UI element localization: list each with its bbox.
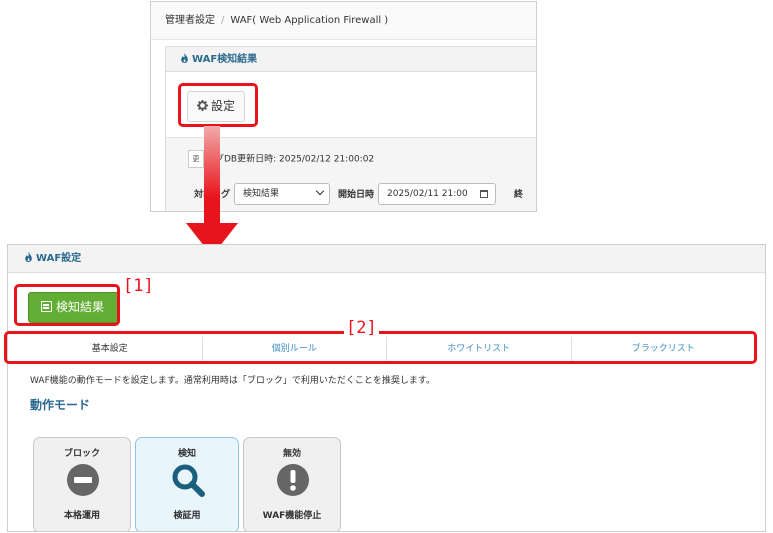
mode-subtitle-block: 本格運用 (63, 511, 100, 521)
fire-icon (181, 53, 188, 63)
start-date-label: 開始日時 (338, 190, 375, 200)
calendar-icon (480, 190, 489, 198)
mode-title-disabled: 無効 (282, 449, 301, 459)
panel-header: WAF設定 (8, 245, 765, 273)
down-arrow-icon (186, 126, 238, 256)
callout-2: [2] (344, 318, 379, 338)
exclamation-circle-icon (277, 464, 309, 496)
start-date-value: 2025/02/11 21:00 (387, 189, 468, 199)
panel-title: WAF検知結果 (192, 54, 258, 65)
start-date-input[interactable]: 2025/02/11 21:00 (378, 183, 497, 205)
target-log-select[interactable]: 検知結果 (234, 183, 331, 205)
minus-circle-icon (67, 464, 99, 496)
mode-description: WAF機能の動作モードを設定します。通常利用時は「ブロック」で利用いただくことを… (30, 376, 435, 386)
mode-title-block: ブロック (63, 449, 100, 459)
magnifier-icon (172, 464, 205, 497)
chevron-down-icon (315, 186, 325, 196)
mode-subtitle-disabled: WAF機能停止 (262, 511, 322, 521)
mode-card-disabled[interactable]: 無効 WAF機能停止 (243, 437, 341, 531)
panel-header: WAF検知結果 (166, 47, 536, 72)
mode-section-title: 動作モード (30, 398, 91, 412)
mode-title-detect: 検知 (177, 449, 196, 459)
breadcrumb: 管理者設定 / WAF( Web Application Firewall ) (151, 2, 536, 40)
detection-button-highlight (14, 284, 120, 326)
tabs-highlight (4, 331, 757, 364)
settings-highlight (178, 83, 258, 127)
breadcrumb-admin-settings[interactable]: 管理者設定 (165, 15, 215, 26)
callout-1: [1] (121, 276, 156, 296)
mode-card-detect[interactable]: 検知 検証用 (135, 437, 239, 531)
breadcrumb-separator: / (221, 15, 225, 26)
end-date-label: 終 (514, 190, 524, 200)
target-log-value: 検知結果 (243, 189, 280, 199)
fire-icon (25, 252, 32, 262)
mode-subtitle-detect: 検証用 (173, 511, 201, 521)
breadcrumb-waf: WAF( Web Application Firewall ) (230, 15, 389, 26)
filter-row: 対象ログ検知結果開始日時2025/02/11 21:00終 (194, 183, 523, 207)
panel-title: WAF設定 (36, 253, 82, 264)
tutorial-canvas: 管理者設定 / WAF( Web Application Firewall ) WA… (0, 0, 773, 533)
mode-card-block[interactable]: ブロック 本格運用 (33, 437, 131, 531)
